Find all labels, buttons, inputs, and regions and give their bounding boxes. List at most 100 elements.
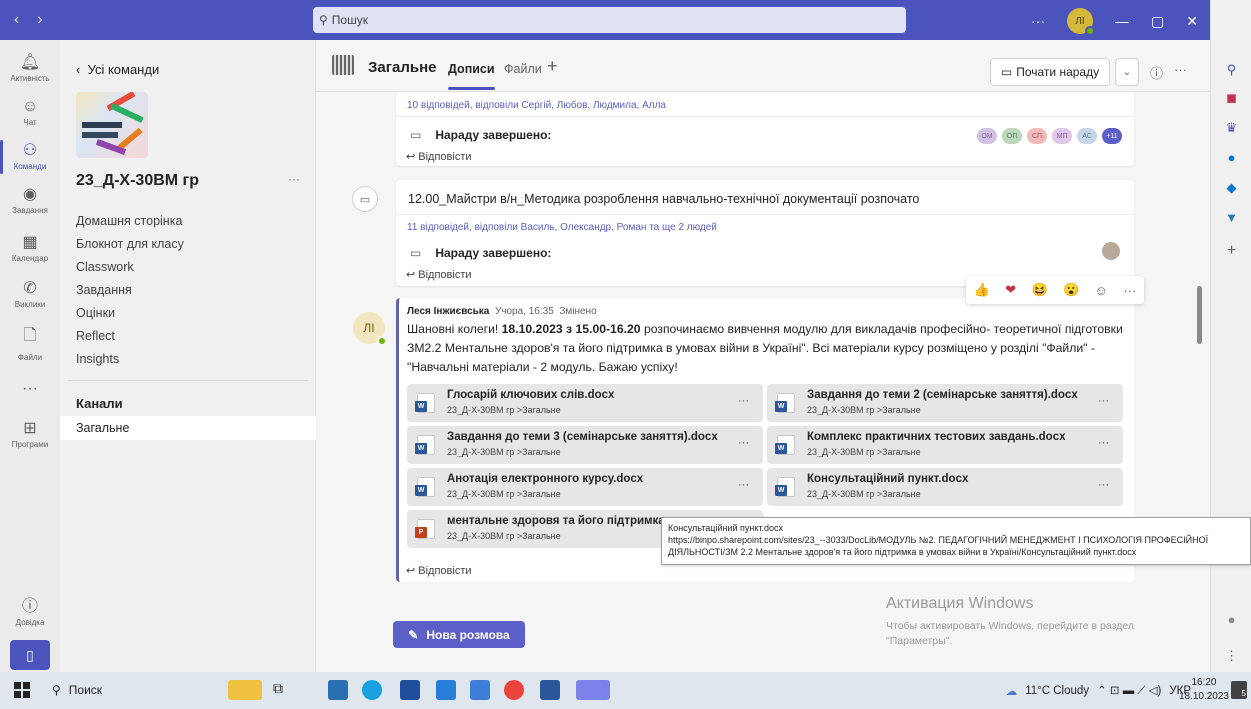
avatar[interactable]: ЛІ [353, 312, 387, 346]
file-path: 23_Д-Х-30ВМ гр >Загальне [447, 447, 561, 457]
reply-button[interactable]: ↩ Відповісти [406, 564, 1210, 577]
scrollbar-thumb[interactable] [1197, 286, 1202, 344]
word-icon[interactable] [540, 680, 560, 700]
tab-files[interactable]: Файли [504, 62, 542, 76]
tray-icons[interactable]: ⌃ ⊡ ▬ ⟋ ◁) [1097, 683, 1161, 698]
rail-teams[interactable]: ⚇ Команди [0, 140, 60, 174]
surprised-reaction-icon[interactable]: 😮 [1063, 282, 1079, 298]
participant-avatar[interactable]: МП [1052, 128, 1072, 144]
rail-chat[interactable]: ☺ Чат [0, 98, 60, 127]
file-more-button[interactable]: ··· [1098, 395, 1109, 407]
more-vertical-icon[interactable]: ⋮ [1211, 648, 1251, 664]
participant-avatar[interactable]: СП [1027, 128, 1047, 144]
forward-arrow-icon[interactable]: › [37, 11, 42, 29]
file-more-button[interactable]: ··· [1098, 479, 1109, 491]
rail-assignments[interactable]: ◉ Завдання [0, 184, 60, 215]
chrome-icon[interactable] [504, 680, 524, 700]
new-conversation-button[interactable]: ✎ Нова розмова [393, 621, 525, 648]
shopping-bag-icon[interactable]: ◼ [1211, 90, 1251, 106]
file-more-button[interactable]: ··· [1098, 437, 1109, 449]
rail-calendar[interactable]: ▦ Календар [0, 232, 60, 263]
channel-item-general[interactable]: Загальне [60, 416, 316, 440]
file-more-button[interactable]: ··· [738, 479, 749, 491]
file-more-button[interactable]: ··· [738, 437, 749, 449]
participant-avatar[interactable]: АС [1077, 128, 1097, 144]
outlook-icon[interactable]: ● [1211, 150, 1251, 165]
channel-info-button[interactable]: ⓘ [1150, 63, 1163, 82]
rail-help[interactable]: ⓘ Довідка [0, 592, 60, 627]
close-button[interactable]: ✕ [1186, 13, 1198, 30]
search-icon: ⚲ [319, 13, 328, 27]
windows-start-icon[interactable] [14, 682, 30, 698]
participant-avatar[interactable]: ОМ [977, 128, 997, 144]
clock[interactable]: 16:20 18.10.2023 [1179, 676, 1229, 704]
search-input[interactable]: ⚲ Пошук [313, 7, 906, 33]
participant-avatar[interactable]: ОП [1002, 128, 1022, 144]
like-reaction-icon[interactable]: 👍 [974, 282, 990, 298]
rail-files[interactable]: 🗋 Файли [0, 324, 60, 362]
tab-posts[interactable]: Дописи [448, 62, 495, 90]
all-teams-link[interactable]: ‹ Усі команди [76, 62, 159, 77]
sidebar-item-classwork[interactable]: Classwork [76, 260, 134, 274]
add-reaction-icon[interactable]: ☺ [1095, 283, 1108, 298]
minimize-button[interactable]: — [1115, 13, 1129, 29]
back-arrow-icon[interactable]: ‹ [14, 11, 19, 29]
rail-calls[interactable]: ✆ Виклики [0, 278, 60, 309]
rail-activity[interactable]: 🔔︎ Активність [0, 52, 60, 83]
taskbar-search[interactable]: ⚲ Поиск [52, 683, 102, 697]
add-tab-button[interactable]: + [547, 56, 558, 77]
message-more-button[interactable]: ··· [1123, 283, 1136, 298]
more-participants-badge[interactable]: +11 [1102, 128, 1122, 144]
sidebar-item-home[interactable]: Домашня сторінка [76, 214, 182, 228]
search-icon[interactable]: ⚲ [1211, 62, 1251, 78]
replies-summary[interactable]: 11 відповідей, відповіли Василь, Олексан… [407, 222, 1145, 233]
file-attachment[interactable]: Комплекс практичних тестових завдань.doc… [767, 426, 1123, 464]
replies-summary[interactable]: 10 відповідей, відповіли Сергій, Любов, … [407, 100, 1145, 111]
teams-app-icon[interactable]: ♛ [1211, 120, 1251, 136]
app-icon[interactable] [470, 680, 490, 700]
heart-reaction-icon[interactable]: ❤ [1005, 282, 1016, 298]
edge-icon[interactable] [362, 680, 382, 700]
teams-taskbar-icon[interactable] [576, 680, 610, 700]
user-icon[interactable]: ● [1211, 612, 1251, 627]
file-more-button[interactable]: ··· [738, 395, 749, 407]
file-attachment[interactable]: Консультаційний пункт.docx 23_Д-Х-30ВМ гр… [767, 468, 1123, 506]
sidebar-item-reflect[interactable]: Reflect [76, 329, 115, 343]
file-attachment[interactable]: Завдання до теми 2 (семінарське заняття)… [767, 384, 1123, 422]
file-attachment[interactable]: Глосарій ключових слів.docx 23_Д-Х-30ВМ г… [407, 384, 763, 422]
maximize-button[interactable]: ▢ [1151, 13, 1164, 30]
weather-label[interactable]: 11°C Cloudy [1025, 685, 1089, 697]
widget-app-icon[interactable] [228, 680, 262, 700]
file-attachment[interactable]: Завдання до теми 3 (семінарське заняття)… [407, 426, 763, 464]
reply-arrow-icon: ↩ [406, 151, 419, 163]
chat-icon: ☺ [21, 98, 39, 115]
notification-center-icon[interactable]: 5 [1231, 681, 1247, 699]
add-app-icon[interactable]: + [1211, 242, 1251, 260]
reply-button[interactable]: ↩ Відповісти [406, 150, 1144, 163]
planner-icon[interactable]: ▼ [1211, 210, 1251, 225]
sidebar-item-insights[interactable]: Insights [76, 352, 119, 366]
avatar[interactable]: ЛІ [1067, 8, 1096, 36]
mobile-app-button[interactable]: ▯ [10, 640, 50, 670]
rail-apps[interactable]: ⊞ Програми [0, 418, 60, 449]
onenote-icon[interactable]: ◆ [1211, 180, 1251, 196]
task-view-icon[interactable]: ⧉ [273, 680, 293, 700]
participant-avatar[interactable] [1102, 242, 1120, 260]
meeting-indicator-icon: ▭ [352, 186, 378, 212]
laugh-reaction-icon[interactable]: 😆 [1032, 282, 1048, 298]
sidebar-item-notebook[interactable]: Блокнот для класу [76, 237, 184, 251]
sidebar-item-assignments[interactable]: Завдання [76, 283, 132, 297]
start-meeting-button[interactable]: ▭ Почати нараду [990, 58, 1110, 86]
mail-icon[interactable] [436, 680, 456, 700]
channel-more-button[interactable]: ··· [1174, 62, 1187, 77]
settings-more-button[interactable]: ··· [1031, 13, 1045, 29]
sidebar-item-grades[interactable]: Оцінки [76, 306, 115, 320]
meeting-options-dropdown[interactable]: ⌄ [1115, 58, 1139, 86]
file-name: Глосарій ключових слів.docx [447, 389, 615, 401]
photos-app-icon[interactable] [400, 680, 420, 700]
team-more-button[interactable]: ··· [288, 172, 300, 186]
rail-more[interactable]: ··· [0, 380, 60, 400]
file-explorer-icon[interactable] [328, 680, 348, 700]
post-author[interactable]: Леся Інжиєвська [407, 306, 489, 317]
file-attachment[interactable]: Анотація електронного курсу.docx 23_Д-Х-3… [407, 468, 763, 506]
